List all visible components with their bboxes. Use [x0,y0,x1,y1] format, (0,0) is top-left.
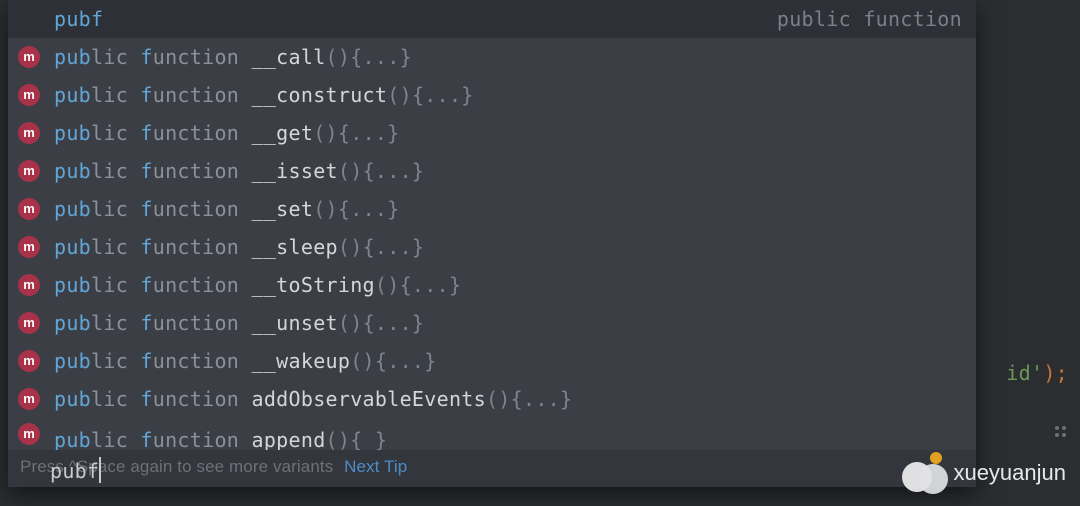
method-icon: m [18,236,40,258]
suggestion-text: public function __wakeup(){...} [54,344,962,378]
suggestion-text: public function __unset(){...} [54,306,962,340]
suggestion-text: public function __set(){...} [54,192,962,226]
autocomplete-hint: public function [777,2,962,36]
editor-input-line[interactable]: pubf [50,454,101,488]
method-icon: m [18,423,40,445]
code-token-string: id' [1006,361,1043,385]
tip-next-link[interactable]: Next Tip [344,457,407,476]
method-icon: m [18,274,40,296]
method-icon: m [18,388,40,410]
editor-background-code: id'); [1006,356,1068,390]
autocomplete-header-row[interactable]: pubf public function [8,0,976,38]
suggestion-text: public function __call(){...} [54,40,962,74]
wechat-icon [902,452,952,494]
autocomplete-suggestion-row[interactable]: m public function __sleep(){...} [8,228,976,266]
method-icon: m [18,312,40,334]
query-highlight: pubf [54,7,103,31]
method-icon: m [18,46,40,68]
autocomplete-tip-bar: Press ^Space again to see more variants … [8,450,976,487]
autocomplete-suggestion-row[interactable]: m public function __set(){...} [8,190,976,228]
watermark: xueyuanjun [902,452,1066,494]
suggestion-text: public function __sleep(){...} [54,230,962,264]
text-caret [99,457,101,483]
autocomplete-popup[interactable]: pubf public function m public function __… [8,0,976,487]
method-icon: m [18,160,40,182]
autocomplete-query-text: pubf [54,2,777,36]
watermark-text: xueyuanjun [953,454,1066,491]
editor-typed-text: pubf [50,459,99,483]
method-icon: m [18,84,40,106]
method-icon: m [18,350,40,372]
code-token-semicolon: ; [1056,361,1068,385]
suggestion-text: public function __construct(){...} [54,78,962,112]
suggestion-text: public function __get(){...} [54,116,962,150]
autocomplete-suggestion-row[interactable]: m public function __construct(){...} [8,76,976,114]
autocomplete-suggestion-row[interactable]: m public function __toString(){...} [8,266,976,304]
autocomplete-suggestion-row[interactable]: m public function __call(){...} [8,38,976,76]
autocomplete-suggestion-row[interactable]: m public function __wakeup(){...} [8,342,976,380]
suggestion-text: public function addObservableEvents(){..… [54,382,962,416]
autocomplete-suggestion-row[interactable]: m public function __get(){...} [8,114,976,152]
suggestion-text: public function __isset(){...} [54,154,962,188]
autocomplete-suggestion-row[interactable]: m public function __unset(){...} [8,304,976,342]
more-handle-icon[interactable] [1055,426,1066,437]
suggestion-text: public function __toString(){...} [54,268,962,302]
suggestion-text: public function append(){ } [54,423,962,450]
autocomplete-suggestion-row[interactable]: m public function addObservableEvents(){.… [8,380,976,418]
autocomplete-suggestion-row[interactable]: m public function __isset(){...} [8,152,976,190]
code-token-paren: ) [1043,361,1055,385]
method-icon: m [18,198,40,220]
autocomplete-suggestion-partial[interactable]: m public function append(){ } [8,418,976,450]
method-icon: m [18,122,40,144]
